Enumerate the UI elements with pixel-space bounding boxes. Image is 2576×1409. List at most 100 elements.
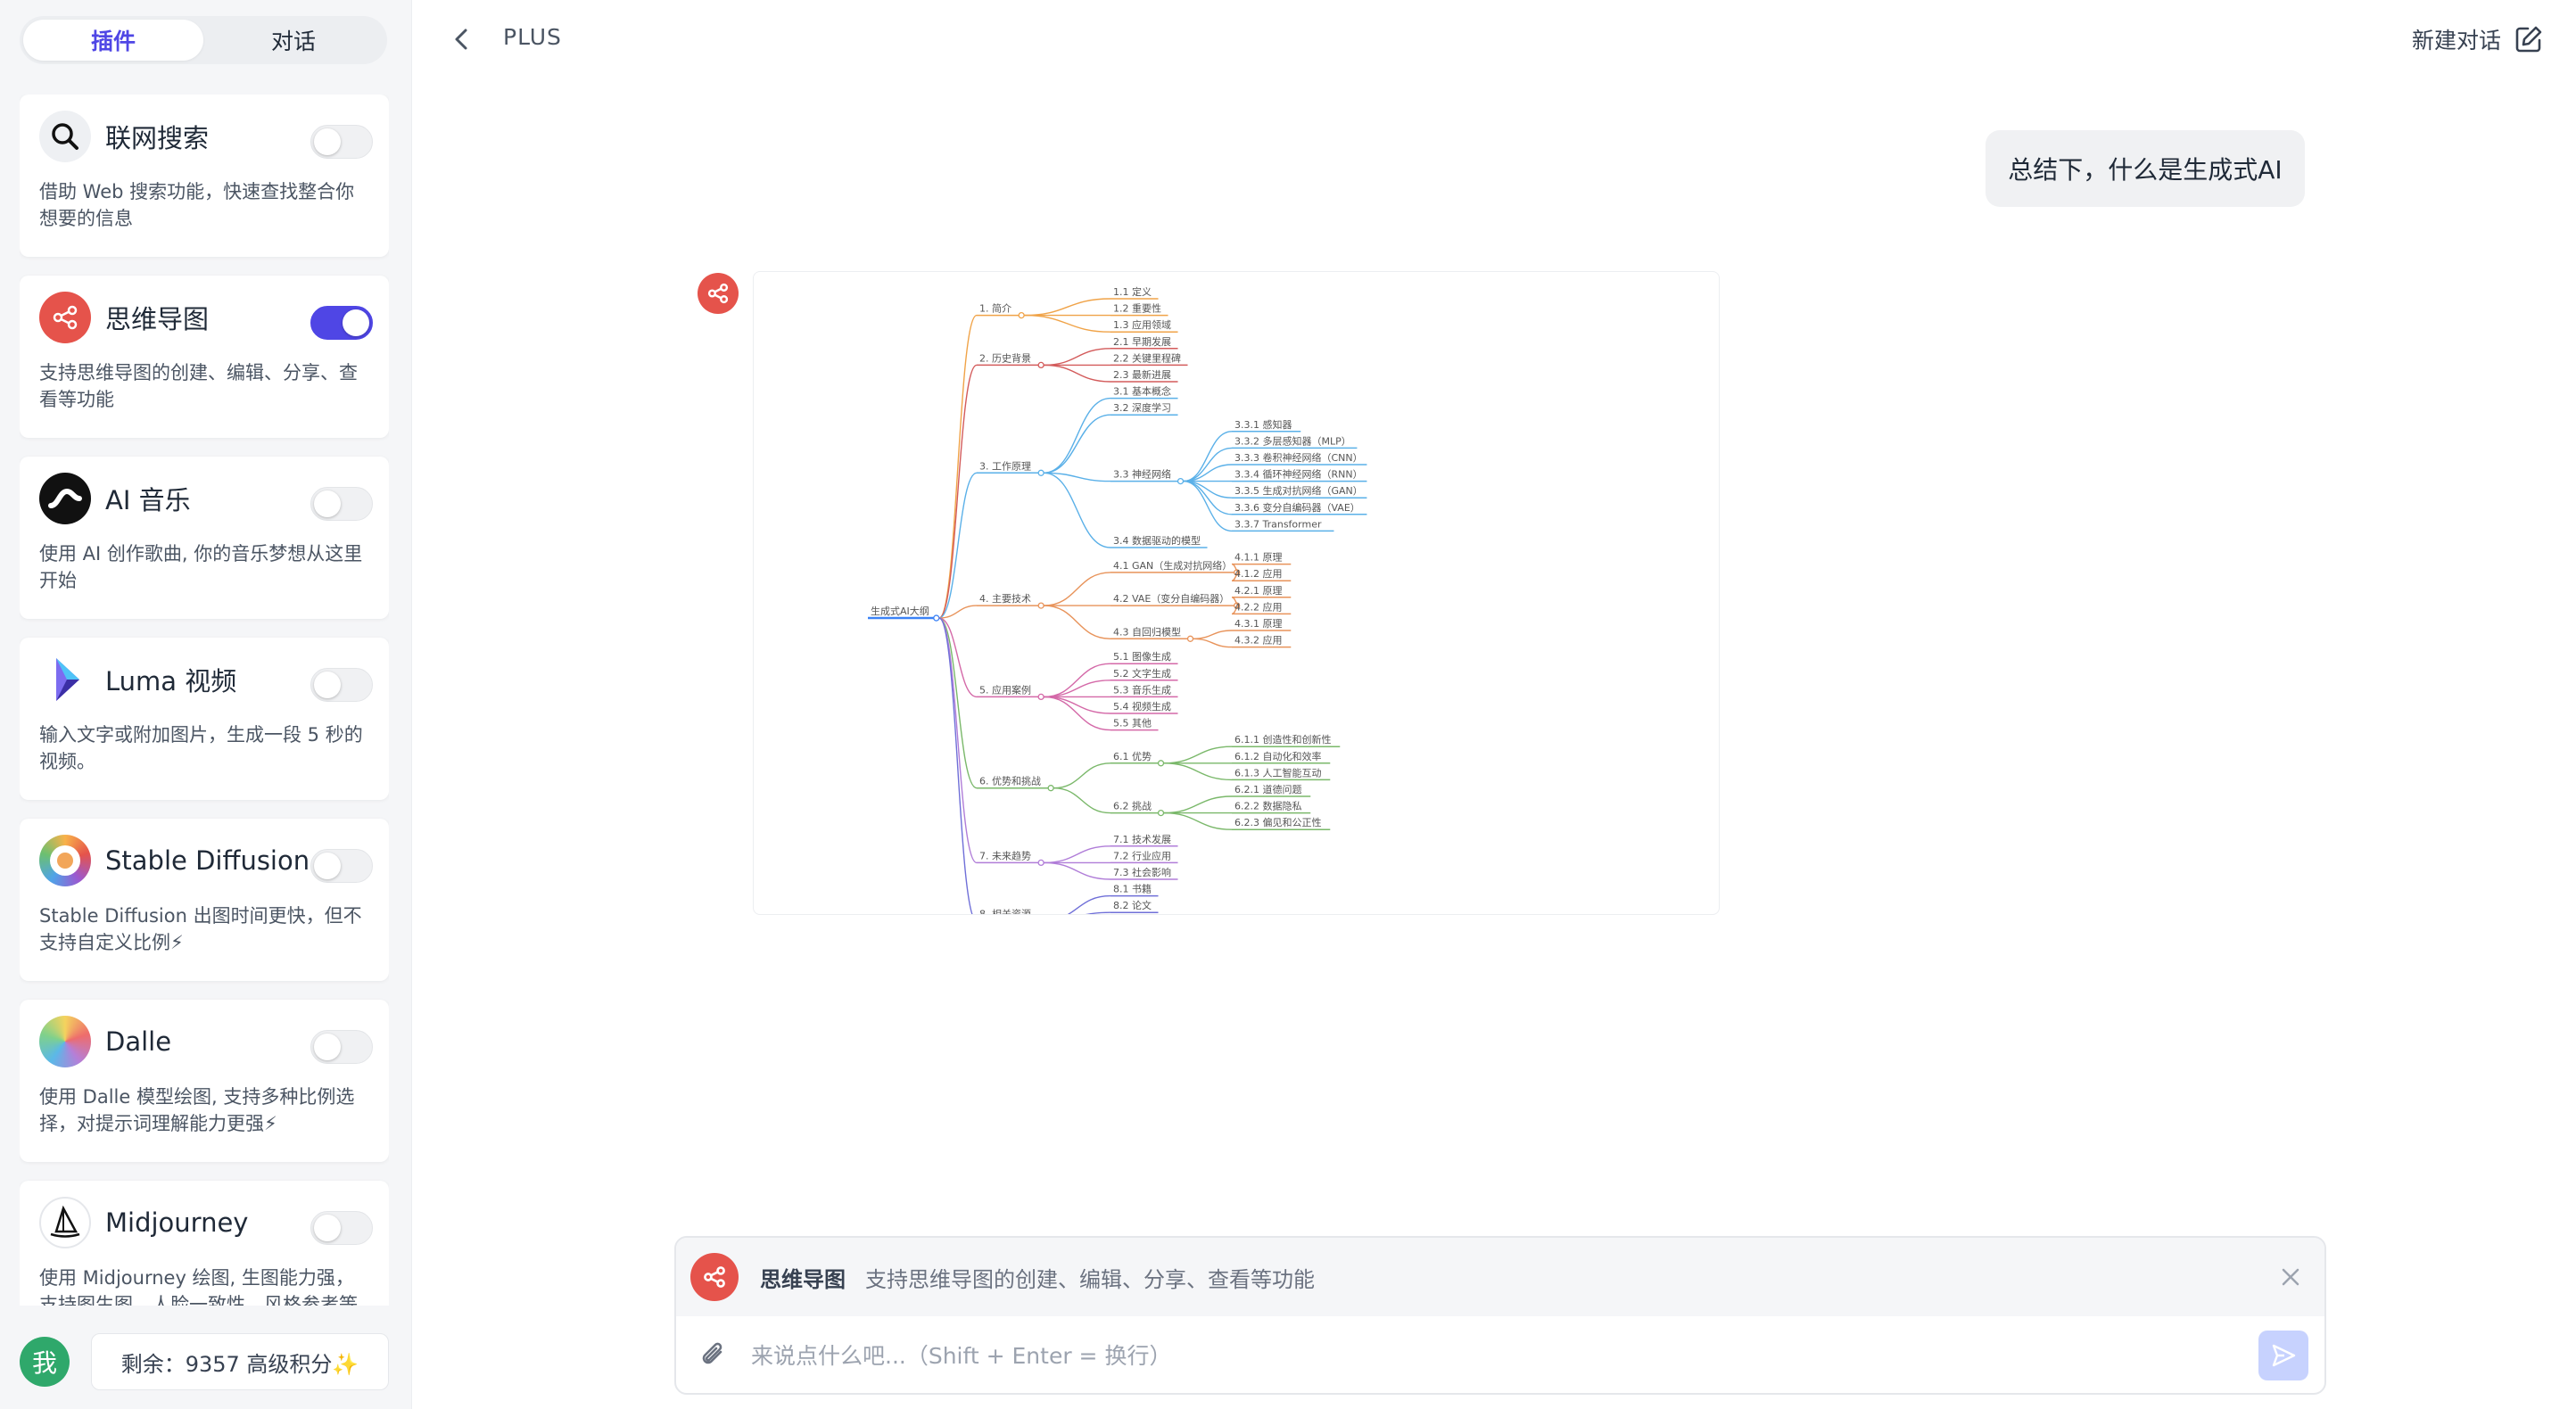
mindmap-node[interactable]: 3.4 数据驱动的模型 <box>1113 534 1201 547</box>
mindmap-expand-dot[interactable] <box>1157 760 1165 767</box>
mindmap-node[interactable]: 4.2.2 应用 <box>1234 600 1283 613</box>
mindmap-edge <box>1183 480 1233 532</box>
mindmap-edge <box>1053 762 1111 789</box>
mindmap-expand-dot[interactable] <box>1186 635 1194 642</box>
new-chat-button[interactable]: 新建对话 <box>2412 20 2544 59</box>
mindmap-node[interactable]: 3.3.3 卷积神经网络（CNN） <box>1234 451 1363 464</box>
mindmap-node[interactable]: 7.1 技术发展 <box>1113 833 1171 845</box>
credits-badge[interactable]: 剩余：9357 高级积分✨ <box>91 1333 389 1390</box>
mindmap-node[interactable]: 3.3.4 循环神经网络（RNN） <box>1234 468 1363 481</box>
plugin-toggle-ai-music[interactable] <box>310 487 373 521</box>
back-button[interactable] <box>444 21 480 57</box>
mindmap-node[interactable]: 4. 主要技术 <box>979 593 1031 605</box>
plugin-card-web-search: 联网搜索 借助 Web 搜索功能，快速查找整合你想要的信息 <box>20 95 389 257</box>
mindmap-node[interactable]: 6.2.3 偏见和公正性 <box>1234 816 1322 828</box>
plugin-toggle-midjourney[interactable] <box>310 1211 373 1245</box>
mindmap-node[interactable]: 4.3 自回归模型 <box>1113 625 1181 638</box>
attach-button[interactable] <box>696 1338 731 1373</box>
plugin-toggle-web-search[interactable] <box>310 125 373 159</box>
mindmap-expand-dot[interactable] <box>933 614 940 622</box>
mindmap-node[interactable]: 6.2 挑战 <box>1113 800 1152 812</box>
plugin-title: AI 音乐 <box>105 485 191 515</box>
mindmap-node[interactable]: 7.3 社会影响 <box>1113 866 1171 878</box>
mindmap-node[interactable]: 8.2 论文 <box>1113 899 1152 911</box>
mindmap-node[interactable]: 4.1.1 原理 <box>1234 552 1283 564</box>
mindmap-node[interactable]: 1.2 重要性 <box>1113 302 1161 315</box>
mindmap-node[interactable]: 1.1 定义 <box>1113 285 1152 298</box>
plugin-toggle-stable-diffusion[interactable] <box>310 849 373 883</box>
mindmap-node[interactable]: 1. 简介 <box>979 302 1011 315</box>
mindmap-node[interactable]: 6.2.1 道德问题 <box>1234 783 1302 795</box>
mindmap-edge <box>1183 480 1233 499</box>
mindmap-node[interactable]: 5.4 视频生成 <box>1113 700 1171 713</box>
mindmap-node[interactable]: 2.3 最新进展 <box>1113 368 1171 381</box>
mindmap-node[interactable]: 1.3 应用领域 <box>1113 318 1171 331</box>
plugin-card-midjourney: Midjourney 使用 Midjourney 绘图, 生图能力强，支持图生图… <box>20 1181 389 1306</box>
mindmap-edge <box>1044 364 1111 383</box>
close-plugin-button[interactable] <box>2276 1263 2305 1291</box>
mindmap-expand-dot[interactable] <box>1037 469 1044 476</box>
mindmap-node[interactable]: 3.3.1 感知器 <box>1234 418 1292 431</box>
mindmap-node[interactable]: 2.2 关键里程碑 <box>1113 351 1181 364</box>
mindmap-node[interactable]: 6.2.2 数据隐私 <box>1234 800 1302 812</box>
send-button[interactable] <box>2258 1331 2308 1380</box>
mindmap-expand-dot[interactable] <box>1177 477 1185 485</box>
mindmap-canvas[interactable]: 生成式AI大纲 1. 简介 1.1 定义 1.2 重要性 1.3 应用领域 2. 历史背景… <box>754 272 1720 915</box>
mindmap-node[interactable]: 5.5 其他 <box>1113 718 1152 729</box>
mindmap-node[interactable]: 5.2 文字生成 <box>1113 667 1171 680</box>
mindmap-node[interactable]: 4.2 VAE（变分自编码器） <box>1113 592 1229 605</box>
topbar: PLUS 新建对话 <box>412 0 2576 78</box>
mindmap-node[interactable]: 5.1 图像生成 <box>1113 650 1171 663</box>
mindmap-node[interactable]: 5.3 音乐生成 <box>1113 683 1171 696</box>
mindmap-edge <box>1193 638 1233 648</box>
mindmap-node[interactable]: 4.1 GAN（生成对抗网络） <box>1113 559 1232 572</box>
tab-plugins[interactable]: 插件 <box>23 20 203 61</box>
plugin-card-mindmap: 思维导图 支持思维导图的创建、编辑、分享、查看等功能 <box>20 276 389 438</box>
mindmap-result[interactable]: 生成式AI大纲 1. 简介 1.1 定义 1.2 重要性 1.3 应用领域 2. 历史背景… <box>753 271 1720 915</box>
mindmap-node[interactable]: 生成式AI大纲 <box>871 605 929 617</box>
mindmap-node[interactable]: 8. 相关资源 <box>979 908 1031 916</box>
avatar[interactable]: 我 <box>20 1337 70 1387</box>
mindmap-node[interactable]: 6.1.3 人工智能互动 <box>1234 766 1322 779</box>
mindmap-node[interactable]: 6. 优势和挑战 <box>979 775 1041 787</box>
plugin-toggle-luma-video[interactable] <box>310 668 373 702</box>
mindmap-node[interactable]: 6.1 优势 <box>1113 751 1152 762</box>
mindmap-node[interactable]: 2.1 早期发展 <box>1113 335 1171 348</box>
plugin-title: Dalle <box>105 1026 172 1057</box>
mindmap-expand-dot[interactable] <box>1037 361 1044 369</box>
mindmap-expand-dot[interactable] <box>1047 785 1054 792</box>
mindmap-node[interactable]: 8.1 书籍 <box>1113 883 1152 895</box>
mindmap-node[interactable]: 2. 历史背景 <box>979 351 1031 364</box>
plugin-desc: 输入文字或附加图片，生成一段 5 秒的视频。 <box>39 724 363 772</box>
message-input[interactable] <box>751 1333 2196 1378</box>
mindmap-node[interactable]: 3.3.5 生成对抗网络（GAN） <box>1234 484 1363 497</box>
mindmap-node[interactable]: 6.1.2 自动化和效率 <box>1234 750 1322 762</box>
page-title: PLUS <box>503 24 562 50</box>
mindmap-node[interactable]: 4.3.2 应用 <box>1234 634 1283 647</box>
plugin-toggle-dalle[interactable] <box>310 1030 373 1064</box>
mindmap-node[interactable]: 4.1.2 应用 <box>1234 567 1283 580</box>
mindmap-node[interactable]: 3.3.6 变分自编码器（VAE） <box>1234 501 1360 514</box>
mindmap-expand-dot[interactable] <box>1018 311 1025 319</box>
plugin-toggle-mindmap[interactable] <box>310 306 373 340</box>
mindmap-edge <box>1044 861 1111 880</box>
mindmap-node[interactable]: 3.3 神经网络 <box>1113 468 1171 481</box>
mindmap-edge <box>1163 762 1233 781</box>
mindmap-node[interactable]: 7. 未来趋势 <box>979 850 1031 861</box>
mindmap-node[interactable]: 3.2 深度学习 <box>1113 401 1171 414</box>
mindmap-node[interactable]: 3. 工作原理 <box>979 460 1031 472</box>
mindmap-node[interactable]: 3.3.2 多层感知器（MLP） <box>1234 434 1351 447</box>
mindmap-node[interactable]: 6.1.1 创造性和创新性 <box>1234 733 1332 746</box>
mindmap-node[interactable]: 4.2.1 原理 <box>1234 585 1283 597</box>
mindmap-expand-dot[interactable] <box>1037 859 1044 867</box>
mindmap-node[interactable]: 5. 应用案例 <box>979 683 1031 696</box>
mindmap-node[interactable]: 3.1 基本概念 <box>1113 385 1171 398</box>
mindmap-expand-dot[interactable] <box>1037 602 1044 609</box>
mindmap-expand-dot[interactable] <box>1157 809 1165 817</box>
stable-diffusion-icon <box>39 835 91 886</box>
mindmap-node[interactable]: 4.3.1 原理 <box>1234 618 1283 630</box>
mindmap-node[interactable]: 7.2 行业应用 <box>1113 849 1171 861</box>
mindmap-node[interactable]: 3.3.7 Transformer <box>1234 518 1322 530</box>
tab-conversations[interactable]: 对话 <box>203 20 384 61</box>
mindmap-expand-dot[interactable] <box>1037 693 1044 701</box>
